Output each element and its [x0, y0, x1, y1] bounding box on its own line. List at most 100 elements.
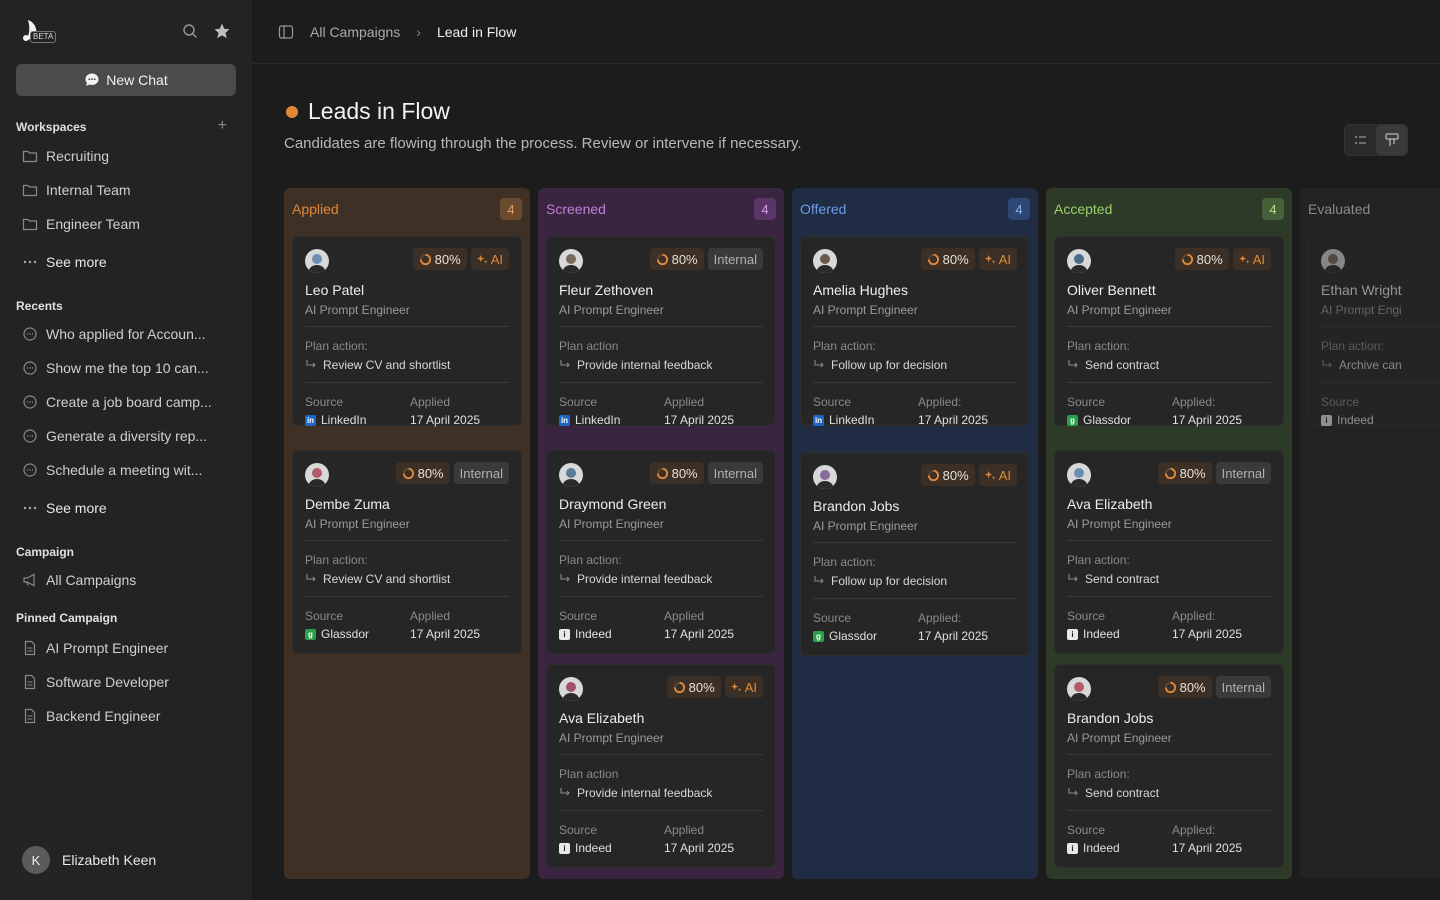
source-value: in LinkedIn	[813, 413, 874, 427]
plan-action-value: Provide internal feedback	[577, 358, 713, 372]
applied-label: Applied	[410, 609, 451, 623]
corner-arrow-icon	[814, 576, 824, 584]
source-name: Glassdor	[1083, 413, 1132, 427]
new-chat-label: New Chat	[106, 72, 168, 88]
pinned-campaign-backend-engineer[interactable]: Backend Engineer	[22, 703, 232, 729]
plan-action[interactable]: Send contract	[1067, 572, 1159, 586]
candidate-card[interactable]: 80% Internal Fleur Zethoven AI Prompt Engin…	[546, 236, 776, 427]
column-title: Applied	[292, 201, 339, 217]
applied-date: 17 April 2025	[1172, 841, 1243, 855]
plan-action[interactable]: Review CV and shortlist	[305, 572, 450, 586]
candidate-card[interactable]: 80% AI Brandon Jobs AI Prompt Engineer Plan …	[800, 452, 1030, 656]
search-icon[interactable]	[181, 22, 199, 40]
candidate-name: Dembe Zuma	[305, 496, 390, 512]
column-title: Evaluated	[1308, 201, 1371, 217]
sidebar-toggle-icon[interactable]	[278, 24, 294, 40]
applied-label: Applied:	[1172, 823, 1216, 837]
star-icon[interactable]	[213, 22, 231, 40]
divider	[305, 382, 509, 383]
candidate-role: AI Prompt Engineer	[813, 519, 918, 533]
score-badge: 80%	[920, 248, 975, 270]
applied-label: Applied:	[1172, 609, 1216, 623]
new-chat-button[interactable]: New Chat	[16, 64, 236, 96]
candidate-card[interactable]: 80% Internal Brandon Jobs AI Prompt Enginee…	[1054, 664, 1284, 868]
progress-ring-icon	[1181, 253, 1193, 265]
ai-badge: AI	[978, 464, 1017, 486]
recent-chat-item[interactable]: Schedule a meeting wit...	[22, 457, 232, 483]
megaphone-icon	[23, 573, 35, 587]
sidebar-item-label: Engineer Team	[46, 216, 140, 232]
page-title: Leads in Flow	[286, 98, 450, 125]
recent-chat-item[interactable]: Generate a diversity rep...	[22, 423, 232, 449]
recent-chat-item[interactable]: Create a job board camp...	[22, 389, 232, 415]
plan-action[interactable]: Follow up for decision	[813, 574, 947, 588]
user-profile[interactable]: K Elizabeth Keen	[22, 846, 156, 874]
candidate-card[interactable]: 80% AI Amelia Hughes AI Prompt Engineer Plan…	[800, 236, 1030, 427]
plan-action[interactable]: Follow up for decision	[813, 358, 947, 372]
internal-badge: Internal	[453, 462, 509, 484]
sparkle-icon	[476, 254, 488, 264]
recent-chat-item[interactable]: Show me the top 10 can...	[22, 355, 232, 381]
list-view-icon[interactable]	[1345, 125, 1376, 155]
score-value: 80%	[1179, 465, 1206, 481]
divider	[1067, 326, 1271, 327]
plan-action-value: Review CV and shortlist	[323, 572, 451, 586]
applied-label: Applied	[664, 823, 705, 837]
plan-action[interactable]: Review CV and shortlist	[305, 358, 450, 372]
plan-action[interactable]: Provide internal feedback	[559, 358, 712, 372]
see-more-workspaces[interactable]: See more	[22, 249, 232, 275]
card-badges: 80% AI	[666, 676, 763, 698]
applied-label: Applied:	[918, 395, 962, 409]
candidate-card[interactable]: 80% AI Leo Patel AI Prompt Engineer Plan act…	[292, 236, 522, 427]
candidate-card[interactable]: 80% AI Oliver Bennett AI Prompt Engineer Pla…	[1054, 236, 1284, 427]
recent-chat-item[interactable]: Who applied for Accoun...	[22, 321, 232, 347]
applied-date: 17 April 2025	[918, 629, 989, 643]
column-accepted: Accepted 4 80% AI Oliver Bennett AI Prompt En…	[1046, 188, 1292, 879]
progress-ring-icon	[402, 467, 414, 479]
plan-action-label: Plan action	[559, 339, 619, 353]
page-subtitle: Candidates are flowing through the proce…	[284, 135, 802, 152]
sidebar-item-internal-team[interactable]: Internal Team	[22, 177, 232, 203]
card-badges: 80% Internal	[395, 462, 509, 484]
corner-arrow-icon	[560, 788, 570, 796]
card-badges: 80% AI	[412, 248, 509, 270]
candidate-card[interactable]: 80% Internal Dembe Zuma AI Prompt Engineer P…	[292, 450, 522, 654]
source-value: in LinkedIn	[305, 413, 366, 427]
plan-action[interactable]: Send contract	[1067, 358, 1159, 372]
candidate-card[interactable]: 80% AI Ava Elizabeth AI Prompt Engineer Plan…	[546, 664, 776, 868]
sidebar-item-engineer-team[interactable]: Engineer Team	[22, 211, 232, 237]
score-badge: 80%	[649, 248, 704, 270]
candidate-card[interactable]: 80% Internal Ava Elizabeth AI Prompt Engine…	[1054, 450, 1284, 654]
candidate-card[interactable]: Ethan Wright AI Prompt Engi Plan action: Ar…	[1308, 236, 1440, 427]
score-value: 80%	[1196, 251, 1223, 267]
ai-badge-label: AI	[998, 251, 1011, 267]
plan-action[interactable]: Archive can	[1321, 358, 1402, 372]
see-more-recents[interactable]: See more	[22, 495, 232, 521]
divider	[305, 540, 509, 541]
corner-arrow-icon	[1322, 360, 1332, 368]
plan-action-value: Review CV and shortlist	[323, 358, 451, 372]
candidate-name: Leo Patel	[305, 282, 365, 298]
source-name: Indeed	[1337, 413, 1374, 427]
beta-badge: BETA	[30, 31, 57, 43]
divider	[813, 382, 1017, 383]
add-workspace-button[interactable]: +	[218, 117, 227, 135]
divider	[305, 326, 509, 327]
plan-action-label: Plan action:	[1067, 339, 1130, 353]
chat-bubble-icon	[85, 73, 99, 86]
see-more-label: See more	[46, 500, 107, 516]
pinned-campaign-software-developer[interactable]: Software Developer	[22, 669, 232, 695]
source-name: Indeed	[1083, 841, 1120, 855]
plan-action[interactable]: Provide internal feedback	[559, 786, 712, 800]
source-name: Indeed	[1083, 627, 1120, 641]
sidebar-item-all-campaigns[interactable]: All Campaigns	[22, 567, 232, 593]
candidate-card[interactable]: 80% Internal Draymond Green AI Prompt Engin…	[546, 450, 776, 654]
linkedin-icon: in	[813, 414, 824, 426]
breadcrumb-all-campaigns[interactable]: All Campaigns	[310, 24, 400, 40]
pinned-campaign-ai-prompt-engineer[interactable]: AI Prompt Engineer	[22, 635, 232, 661]
plan-action[interactable]: Send contract	[1067, 786, 1159, 800]
sidebar-item-label: All Campaigns	[46, 572, 137, 588]
plan-action[interactable]: Provide internal feedback	[559, 572, 712, 586]
sidebar-item-recruiting[interactable]: Recruiting	[22, 143, 232, 169]
board-view-icon[interactable]	[1376, 125, 1407, 155]
